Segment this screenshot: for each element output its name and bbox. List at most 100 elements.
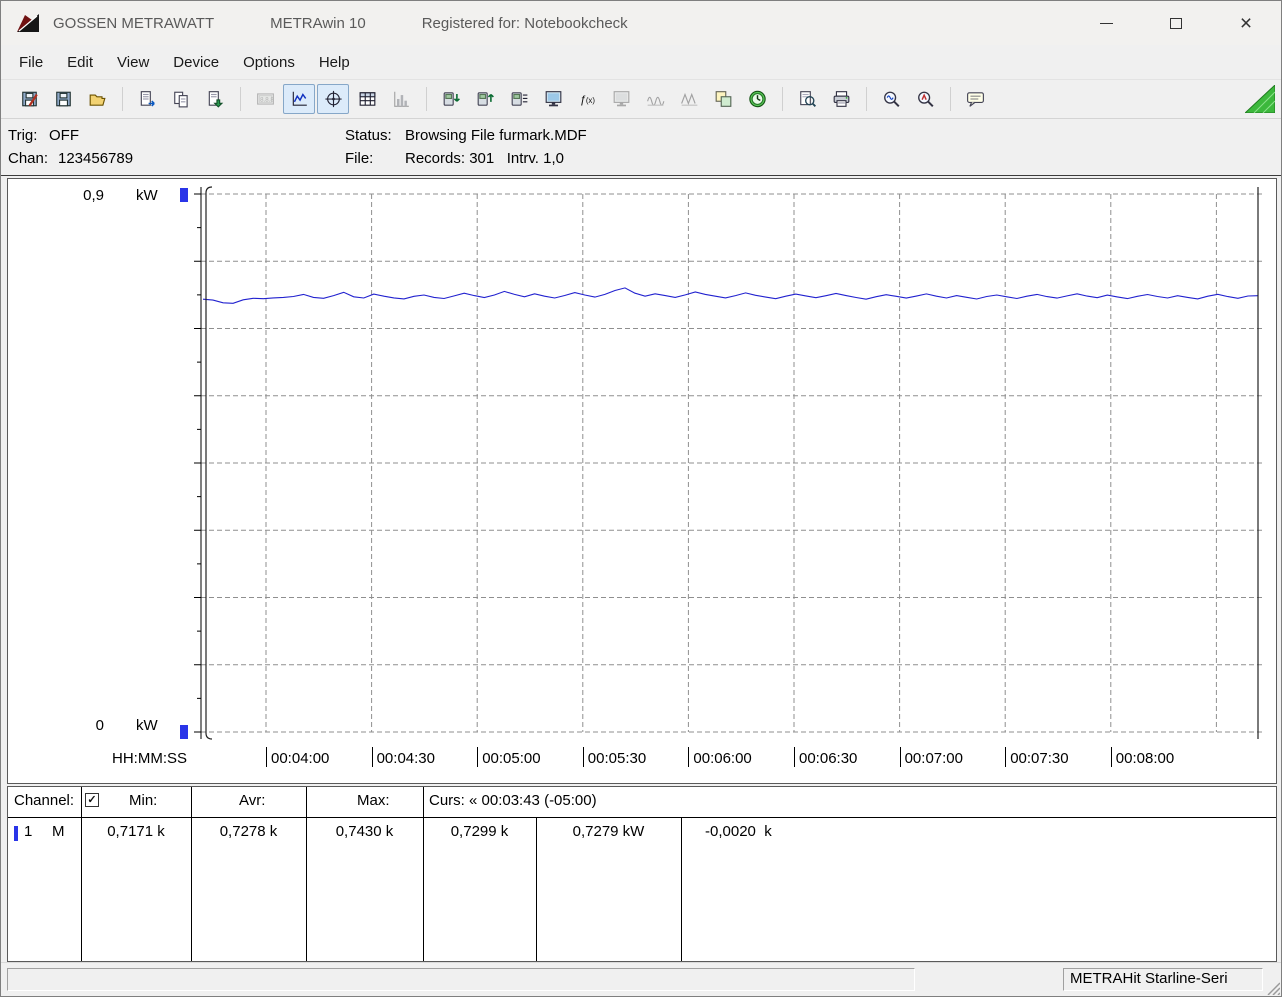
table-column-divider [423, 787, 424, 961]
table-header-avr: Avr: [239, 792, 265, 809]
disk-edit-icon [20, 90, 39, 108]
monitor-icon [544, 90, 563, 108]
title-bar: GOSSEN METRAWATT METRAwin 10 Registered … [1, 1, 1281, 45]
title-registered: Registered for: Notebookcheck [422, 15, 628, 32]
close-icon [1240, 13, 1252, 34]
table-view-button[interactable] [351, 84, 383, 114]
online-monitor-button[interactable] [537, 84, 569, 114]
bars-icon [392, 90, 411, 108]
chan-value: 123456789 [58, 150, 133, 167]
menu-file[interactable]: File [7, 49, 55, 76]
status-label: Status: [345, 127, 392, 144]
x-tick-label: 00:05:00 [482, 750, 540, 767]
channel-cursor1-value: 0,7299 k [423, 823, 536, 840]
plot-area[interactable] [8, 179, 1276, 747]
wave-low-button [639, 84, 671, 114]
menu-bar: FileEditViewDeviceOptionsHelp [1, 45, 1281, 79]
minimize-icon [1100, 23, 1113, 24]
table-header-min: Min: [129, 792, 157, 809]
trend-view-button[interactable] [283, 84, 315, 114]
x-tick [583, 747, 584, 767]
menu-help[interactable]: Help [307, 49, 362, 76]
range-marker-bottom[interactable] [180, 725, 188, 739]
crosshair-icon [324, 90, 343, 108]
table-header-channel: Channel: [14, 792, 74, 809]
channel-number: 1 [24, 823, 32, 840]
x-tick-label: 00:06:00 [693, 750, 751, 767]
print-preview-button[interactable] [791, 84, 823, 114]
channel-mode: M [52, 823, 65, 840]
table-icon [358, 90, 377, 108]
x-tick [266, 747, 267, 767]
x-tick [1005, 747, 1006, 767]
x-tick-label: 00:07:00 [905, 750, 963, 767]
zoom-wave-icon [882, 90, 901, 108]
x-tick [900, 747, 901, 767]
table-header-divider [8, 817, 1276, 818]
disk-icon [54, 90, 73, 108]
close-button[interactable] [1211, 1, 1281, 45]
y-axis-unit-top: kW [136, 187, 158, 204]
zoom-cursor-button[interactable] [909, 84, 941, 114]
open-button[interactable] [81, 84, 113, 114]
meter-view-button[interactable] [317, 84, 349, 114]
export-clipboard-button[interactable] [165, 84, 197, 114]
channel-max-value: 0,7430 k [306, 823, 423, 840]
export-text-button[interactable] [131, 84, 163, 114]
zoom-time-button[interactable] [875, 84, 907, 114]
save-button[interactable] [47, 84, 79, 114]
annotation-button[interactable] [959, 84, 991, 114]
statusbar-device-field: METRAHit Starline-Seri [1063, 968, 1263, 991]
timer-button[interactable] [741, 84, 773, 114]
title-product-name: METRAwin 10 [270, 15, 366, 32]
x-tick-label: 00:06:30 [799, 750, 857, 767]
page-arrow-icon [206, 90, 225, 108]
note-icon [966, 90, 985, 108]
new-record-button[interactable] [13, 84, 45, 114]
folder-open-icon [88, 90, 107, 108]
export-file-button[interactable] [199, 84, 231, 114]
trig-value: OFF [49, 127, 79, 144]
device-read-button[interactable] [435, 84, 467, 114]
menu-options[interactable]: Options [231, 49, 307, 76]
function-button[interactable]: ƒ(x) [571, 84, 603, 114]
toolbar-buttons: 8.8.8 ƒ(x) [13, 80, 993, 118]
chan-label: Chan: [8, 150, 48, 167]
app-logo-icon [15, 11, 41, 35]
print-button[interactable] [825, 84, 857, 114]
menu-edit[interactable]: Edit [55, 49, 105, 76]
table-header-cursor: Curs: « 00:03:43 (-05:00) [429, 792, 597, 809]
menu-view[interactable]: View [105, 49, 161, 76]
connection-indicator-icon [1245, 85, 1275, 113]
numeric-view-button: 8.8.8 [249, 84, 281, 114]
table-column-divider [191, 787, 192, 961]
window-controls [1071, 1, 1281, 45]
resize-grip[interactable] [1265, 980, 1280, 995]
device-down-icon [442, 90, 461, 108]
x-tick [477, 747, 478, 767]
minimize-button[interactable] [1071, 1, 1141, 45]
x-tick-label: 00:07:30 [1010, 750, 1068, 767]
title-app-name: GOSSEN METRAWATT [53, 15, 214, 32]
table-header-max: Max: [357, 792, 390, 809]
channel-color-bar [14, 826, 18, 841]
file-value: Records: 301 Intrv. 1,0 [405, 150, 564, 167]
channel-min-value: 0,7171 k [81, 823, 191, 840]
monitor2-icon [612, 90, 631, 108]
device-up-icon [476, 90, 495, 108]
statusbar-message-field [7, 968, 915, 991]
chart-panel: 0,9 kW 0 kW HH:MM:SS 00:04:0000:04:3000:… [7, 178, 1277, 784]
wave-high-button [673, 84, 705, 114]
maximize-icon [1170, 18, 1182, 29]
copy-channel-button[interactable] [707, 84, 739, 114]
range-marker-top[interactable] [180, 188, 188, 202]
preview-icon [798, 90, 817, 108]
device-settings-button[interactable] [503, 84, 535, 114]
device-send-button[interactable] [469, 84, 501, 114]
maximize-button[interactable] [1141, 1, 1211, 45]
menu-device[interactable]: Device [161, 49, 231, 76]
page-copy-icon [172, 90, 191, 108]
channel-visible-checkbox[interactable]: ✓ [85, 793, 99, 807]
x-tick-label: 00:08:00 [1116, 750, 1174, 767]
channel-cursor-delta: -0,0020 k [693, 823, 843, 840]
